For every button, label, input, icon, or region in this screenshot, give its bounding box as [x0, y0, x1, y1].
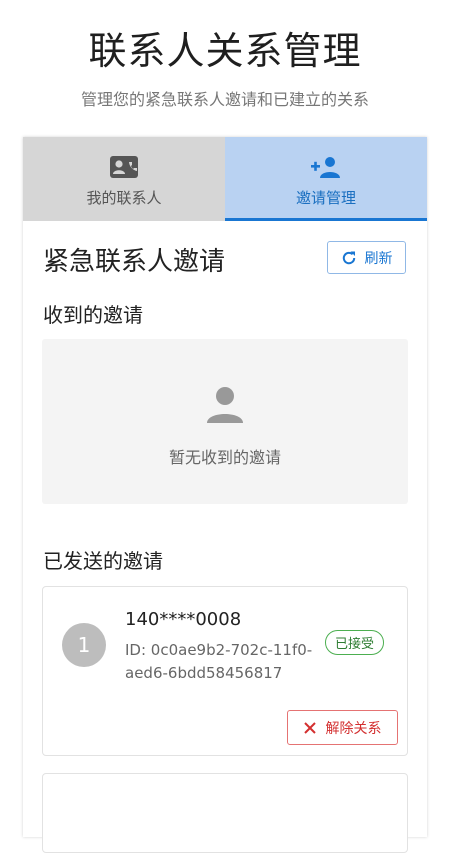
sent-invitation-item	[42, 773, 408, 853]
person-icon	[42, 385, 408, 425]
remove-relationship-button[interactable]: 解除关系	[287, 710, 398, 745]
person-add-icon	[311, 155, 341, 179]
refresh-icon	[341, 250, 357, 266]
received-empty-state: 暂无收到的邀请	[42, 339, 408, 504]
page-subtitle: 管理您的紧急联系人邀请和已建立的关系	[80, 90, 369, 109]
avatar: 1	[62, 623, 106, 667]
status-badge: 已接受	[325, 630, 385, 655]
relationship-card: 我的联系人 邀请管理 紧急联系人邀请 刷新 收到的邀请 暂无收到的邀请 已发送的…	[23, 137, 427, 853]
section-title: 紧急联系人邀请	[43, 247, 226, 277]
tab-invite-management[interactable]: 邀请管理	[225, 137, 427, 221]
tab-label: 我的联系人	[86, 189, 162, 207]
page-title: 联系人关系管理	[88, 29, 362, 73]
refresh-label: 刷新	[364, 250, 393, 267]
refresh-button[interactable]: 刷新	[327, 241, 406, 274]
invitation-id: ID: 0c0ae9b2-702c-11f0-aed6-6bdd58456817	[125, 641, 313, 682]
close-icon	[303, 721, 316, 734]
contact-card-icon	[110, 155, 138, 179]
sent-invitations-heading: 已发送的邀请	[43, 549, 163, 573]
received-invitations-heading: 收到的邀请	[43, 303, 143, 327]
tab-bar: 我的联系人 邀请管理	[23, 137, 427, 221]
tab-label: 邀请管理	[295, 189, 356, 207]
sent-invitation-item: 1 140****0008 ID: 0c0ae9b2-702c-11f0-aed…	[42, 586, 408, 756]
invitee-phone: 140****0008	[125, 609, 242, 630]
remove-label: 解除关系	[325, 720, 382, 737]
tab-my-contacts[interactable]: 我的联系人	[23, 137, 225, 221]
empty-state-text: 暂无收到的邀请	[168, 448, 281, 467]
